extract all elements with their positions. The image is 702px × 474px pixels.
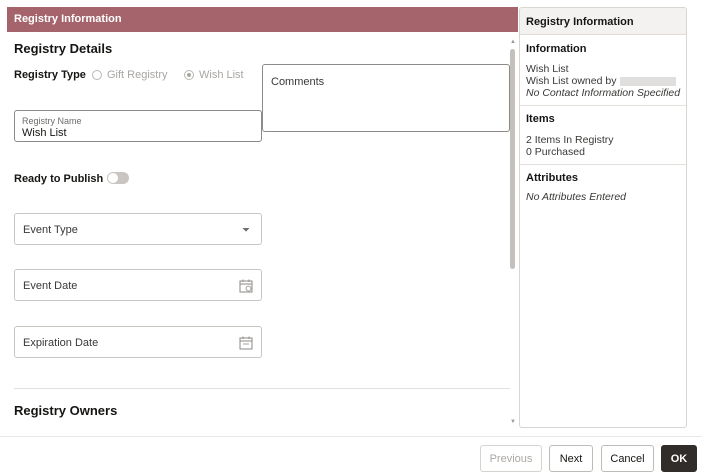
- event-date-label: Event Date: [23, 280, 78, 292]
- summary-divider: [520, 105, 686, 106]
- ok-button[interactable]: OK: [661, 445, 697, 472]
- information-contact-line: No Contact Information Specified: [526, 87, 681, 99]
- next-button[interactable]: Next: [549, 445, 593, 472]
- ready-to-publish-label: Ready to Publish: [14, 173, 104, 185]
- items-line: 2 Items In Registry: [526, 134, 614, 146]
- chevron-down-icon: [242, 227, 250, 232]
- registry-summary-panel: Registry Information Information Wish Li…: [519, 7, 687, 428]
- redacted-owner: [620, 76, 677, 86]
- event-type-select[interactable]: Event Type: [14, 213, 262, 245]
- items-line: 0 Purchased: [526, 146, 585, 158]
- comments-textarea[interactable]: Comments: [262, 64, 510, 132]
- registry-name-field[interactable]: Registry Name Wish List: [14, 110, 262, 142]
- registry-details-title: Registry Details: [14, 41, 113, 56]
- previous-button[interactable]: Previous: [480, 445, 542, 472]
- summary-divider: [520, 164, 686, 165]
- registry-name-label: Registry Name: [22, 116, 82, 126]
- scroll-down-icon[interactable]: ▼: [510, 419, 516, 425]
- radio-wish-list[interactable]: Wish List: [184, 69, 244, 81]
- items-title: Items: [526, 113, 555, 125]
- radio-label: Gift Registry: [107, 69, 168, 81]
- scroll-up-icon[interactable]: ▲: [510, 39, 516, 45]
- radio-label: Wish List: [199, 69, 244, 81]
- summary-header: Registry Information: [520, 8, 686, 35]
- registry-type-label: Registry Type: [14, 69, 86, 81]
- information-owner-line: Wish List owned by: [526, 75, 677, 87]
- information-title: Information: [526, 43, 587, 55]
- event-date-field[interactable]: Event Date: [14, 269, 262, 301]
- attributes-line: No Attributes Entered: [526, 191, 626, 203]
- expiration-date-label: Expiration Date: [23, 337, 99, 349]
- radio-checked-icon: [184, 70, 194, 80]
- ready-to-publish-toggle[interactable]: [107, 172, 129, 184]
- expiration-date-field[interactable]: Expiration Date: [14, 326, 262, 358]
- calendar-icon[interactable]: [239, 279, 253, 293]
- section-divider: [14, 388, 510, 389]
- scroll-thumb[interactable]: [510, 49, 515, 269]
- event-type-label: Event Type: [23, 224, 78, 236]
- information-line: Wish List: [526, 63, 569, 75]
- calendar-icon[interactable]: [239, 336, 253, 350]
- attributes-title: Attributes: [526, 172, 578, 184]
- footer-divider: [0, 436, 702, 437]
- cancel-button[interactable]: Cancel: [601, 445, 654, 472]
- registry-name-value: Wish List: [22, 127, 67, 139]
- owner-text: Wish List owned by: [526, 75, 617, 87]
- comments-placeholder: Comments: [271, 76, 325, 88]
- radio-icon: [92, 70, 102, 80]
- panel-header: Registry Information: [7, 7, 518, 32]
- form-scrollbar[interactable]: ▲ ▼: [510, 39, 516, 426]
- radio-gift-registry[interactable]: Gift Registry: [92, 69, 168, 81]
- registry-form-panel: Registry Information Registry Details Re…: [7, 7, 518, 430]
- registry-owners-title: Registry Owners: [14, 403, 118, 418]
